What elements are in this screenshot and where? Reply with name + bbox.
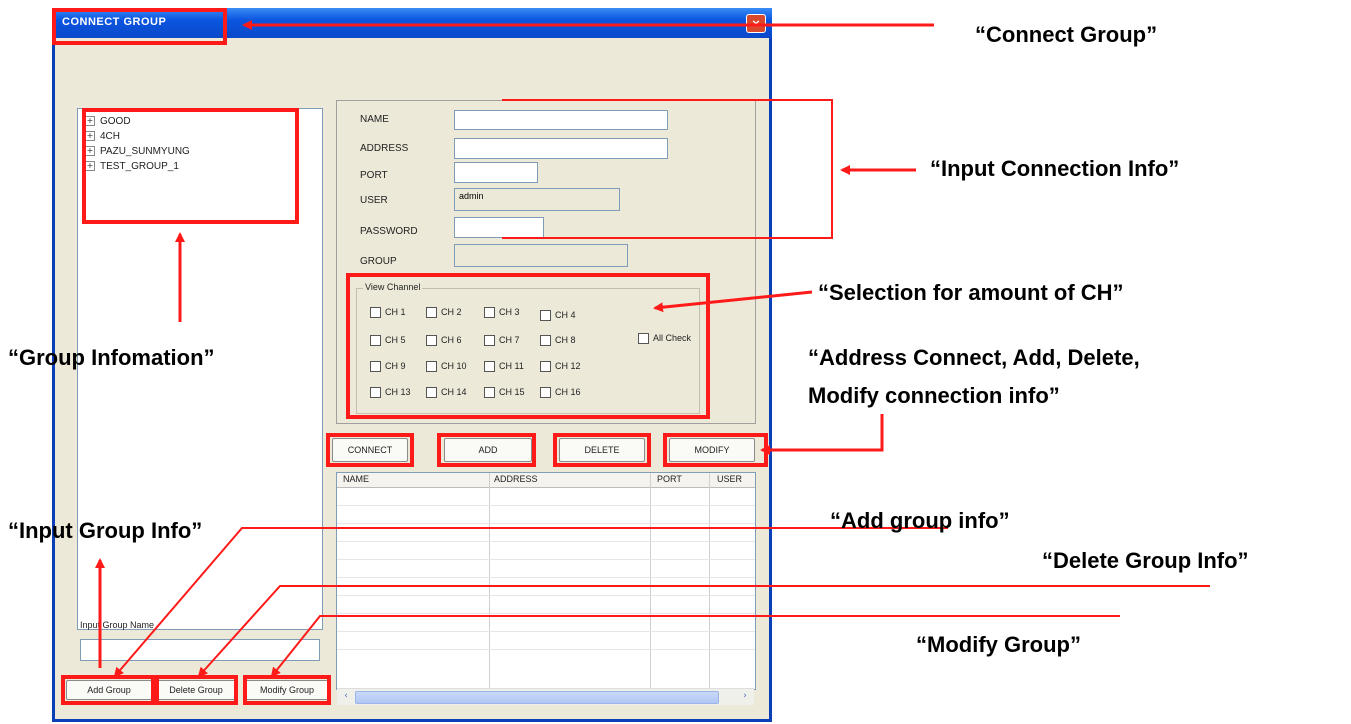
annotation-input-connection-info: “Input Connection Info” bbox=[930, 156, 1180, 181]
annotation-selection-ch: “Selection for amount of CH” bbox=[818, 280, 1124, 305]
annotation-add-group-info: “Add group info” bbox=[830, 508, 1010, 533]
annotation-delete-group-info: “Delete Group Info” bbox=[1042, 548, 1249, 573]
delete-group-arrow bbox=[197, 585, 1210, 678]
annotation-address-connect-line2: Modify connection info” bbox=[808, 383, 1060, 408]
annotation-input-group-info: “Input Group Info” bbox=[8, 518, 203, 543]
channel-arrow bbox=[653, 290, 813, 313]
add-group-arrow bbox=[113, 527, 948, 678]
annotation-modify-group: “Modify Group” bbox=[916, 632, 1081, 657]
annotation-address-connect-line1: “Address Connect, Add, Delete, bbox=[808, 345, 1140, 370]
annotation-connect-group: “Connect Group” bbox=[975, 22, 1158, 47]
input-info-bracket bbox=[502, 99, 833, 239]
annotation-group-information: “Group Infomation” bbox=[8, 345, 215, 370]
address-connect-arrow bbox=[760, 414, 884, 455]
